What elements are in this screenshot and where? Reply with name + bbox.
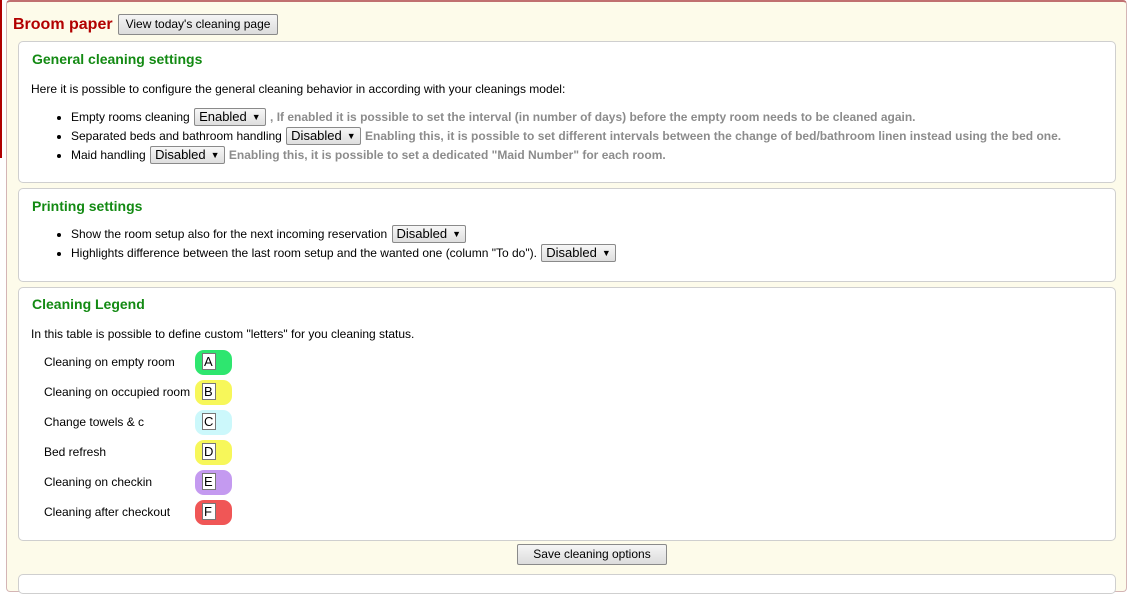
setting-hint: Enabling this, it is possible to set a d… bbox=[228, 148, 666, 162]
legend-color-swatch[interactable]: D bbox=[195, 439, 232, 465]
next-panel-edge bbox=[18, 574, 1116, 594]
legend-row: Cleaning on checkin E bbox=[44, 469, 232, 495]
cleaning-legend-panel: Cleaning Legend In this table is possibl… bbox=[18, 287, 1116, 541]
dropdown-arrow-icon: ▼ bbox=[251, 111, 261, 122]
legend-row: Cleaning on empty room A bbox=[44, 349, 232, 375]
legend-label: Cleaning after checkout bbox=[44, 505, 171, 519]
setting-separated-beds: Separated beds and bathroom handling Dis… bbox=[71, 126, 1062, 146]
setting-label: Separated beds and bathroom handling bbox=[71, 129, 282, 143]
dropdown-arrow-icon: ▼ bbox=[210, 149, 220, 160]
setting-highlight-differences: Highlights difference between the last r… bbox=[71, 243, 617, 263]
printing-settings-list: Show the room setup also for the next in… bbox=[19, 224, 617, 263]
legend-letter-input[interactable]: B bbox=[202, 382, 216, 400]
setting-label: Highlights difference between the last r… bbox=[71, 246, 537, 260]
legend-color-swatch[interactable]: E bbox=[195, 469, 232, 495]
setting-empty-rooms-cleaning: Empty rooms cleaning Enabled▼ , If enabl… bbox=[71, 107, 1061, 127]
legend-letter-input[interactable]: C bbox=[202, 412, 216, 430]
legend-label: Change towels & c bbox=[44, 415, 145, 429]
page-header: Broom paper View today's cleaning page bbox=[13, 14, 279, 35]
printing-settings-title: Printing settings bbox=[32, 198, 143, 214]
save-cleaning-options-button[interactable]: Save cleaning options bbox=[517, 544, 667, 565]
general-settings-list: Empty rooms cleaning Enabled▼ , If enabl… bbox=[19, 107, 1062, 165]
separated-beds-select[interactable]: Disabled ▼ bbox=[286, 126, 361, 145]
general-settings-title: General cleaning settings bbox=[32, 51, 203, 67]
legend-letter-input[interactable]: F bbox=[202, 502, 216, 520]
legend-label: Cleaning on checkin bbox=[44, 475, 153, 489]
setting-label: Show the room setup also for the next in… bbox=[71, 227, 388, 241]
legend-color-swatch[interactable]: C bbox=[195, 409, 232, 435]
legend-label: Bed refresh bbox=[44, 445, 107, 459]
legend-color-swatch[interactable]: A bbox=[195, 349, 232, 375]
page-title: Broom paper bbox=[13, 15, 113, 33]
setting-label: Empty rooms cleaning bbox=[71, 110, 190, 124]
legend-row: Bed refresh D bbox=[44, 439, 232, 465]
legend-color-swatch[interactable]: F bbox=[195, 499, 232, 525]
printing-settings-panel: Printing settings Show the room setup al… bbox=[18, 188, 1116, 282]
legend-label: Cleaning on empty room bbox=[44, 355, 175, 369]
setting-hint: Enabling this, it is possible to set dif… bbox=[365, 129, 1062, 143]
legend-letter-input[interactable]: A bbox=[202, 352, 216, 370]
dropdown-arrow-icon: ▼ bbox=[601, 247, 611, 258]
legend-row: Cleaning on occupied room B bbox=[44, 379, 232, 405]
maid-handling-select[interactable]: Disabled ▼ bbox=[150, 145, 225, 164]
legend-letter-input[interactable]: D bbox=[202, 442, 216, 460]
show-room-setup-select[interactable]: Disabled ▼ bbox=[391, 224, 467, 243]
legend-row: Cleaning after checkout F bbox=[44, 499, 232, 525]
setting-label: Maid handling bbox=[71, 148, 146, 162]
cleaning-legend-title: Cleaning Legend bbox=[32, 296, 145, 312]
legend-letter-input[interactable]: E bbox=[202, 472, 216, 490]
setting-maid-handling: Maid handling Disabled▼ Enabling this, i… bbox=[71, 145, 1061, 165]
legend-color-swatch[interactable]: B bbox=[195, 379, 232, 405]
cleaning-legend-intro: In this table is possible to define cust… bbox=[31, 327, 415, 341]
dropdown-arrow-icon: ▼ bbox=[346, 130, 356, 141]
legend-row: Change towels & c C bbox=[44, 409, 232, 435]
view-todays-cleaning-button[interactable]: View today's cleaning page bbox=[117, 14, 279, 35]
dropdown-arrow-icon: ▼ bbox=[452, 228, 462, 239]
general-settings-intro: Here it is possible to configure the gen… bbox=[31, 82, 566, 96]
left-edge-accent bbox=[0, 0, 2, 158]
general-settings-panel: General cleaning settings Here it is pos… bbox=[18, 41, 1116, 183]
legend-label: Cleaning on occupied room bbox=[44, 385, 191, 399]
setting-show-room-setup: Show the room setup also for the next in… bbox=[71, 224, 617, 244]
highlight-differences-select[interactable]: Disabled ▼ bbox=[541, 243, 616, 262]
setting-hint: , If enabled it is possible to set the i… bbox=[270, 110, 916, 124]
empty-rooms-cleaning-select[interactable]: Enabled ▼ bbox=[194, 107, 266, 126]
